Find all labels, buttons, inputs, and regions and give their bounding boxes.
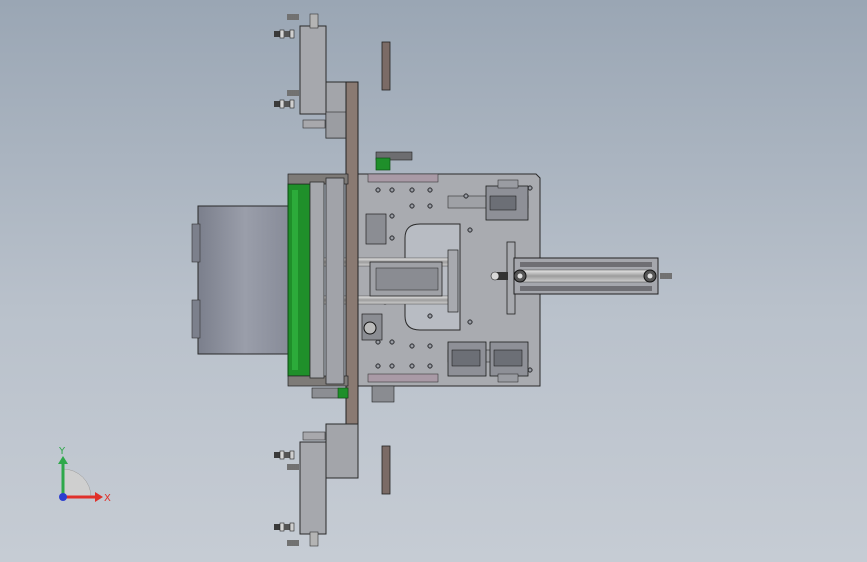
x-axis-arrow: [95, 492, 103, 502]
top-detached-bar[interactable]: [381, 41, 391, 91]
y-axis-arrow: [58, 456, 68, 464]
x-axis-label: X: [104, 493, 111, 504]
bottom-cylinder-assembly[interactable]: [273, 423, 359, 547]
top-cylinder-assembly[interactable]: [273, 13, 359, 139]
guide-block-bottom-right[interactable]: [489, 341, 529, 383]
y-axis-label: Y: [58, 446, 66, 457]
coordinate-triad: Y X: [58, 446, 111, 504]
motor-assembly[interactable]: [191, 173, 349, 387]
bottom-detached-bar[interactable]: [381, 445, 391, 495]
top-green-handle[interactable]: [375, 151, 413, 171]
guide-block-top-right[interactable]: [485, 179, 529, 221]
vertical-center-bar[interactable]: [345, 81, 359, 479]
guide-block-bottom-left[interactable]: [447, 341, 487, 377]
z-axis-dot: [59, 493, 67, 501]
cad-viewport[interactable]: Y X: [0, 0, 867, 562]
